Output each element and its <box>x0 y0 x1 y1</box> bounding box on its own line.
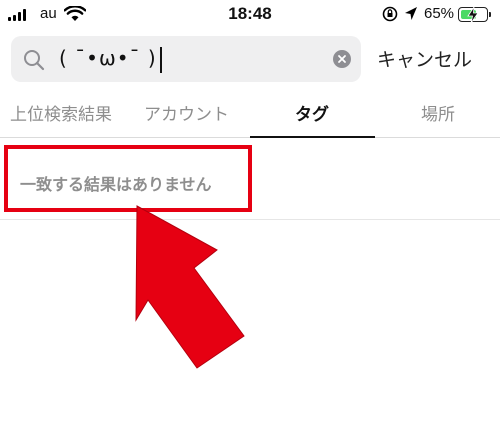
annotation-arrow-icon <box>135 205 245 369</box>
